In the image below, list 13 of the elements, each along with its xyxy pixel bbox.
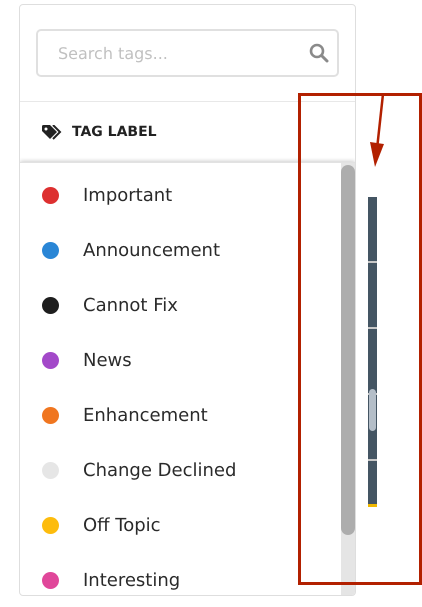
tags-icon bbox=[42, 124, 64, 140]
search-field[interactable]: Search tags... bbox=[36, 29, 339, 77]
scrollbar[interactable] bbox=[341, 163, 355, 595]
tag-item[interactable]: Interesting bbox=[20, 562, 341, 595]
tag-item[interactable]: Enhancement bbox=[20, 397, 341, 452]
tag-item[interactable]: News bbox=[20, 342, 341, 397]
tag-item[interactable]: Announcement bbox=[20, 232, 341, 287]
search-icon bbox=[309, 43, 329, 63]
section-title: TAG LABEL bbox=[72, 124, 157, 140]
tag-item[interactable]: Important bbox=[20, 177, 341, 232]
tag-item[interactable]: Off Topic bbox=[20, 507, 341, 562]
tag-item[interactable]: Cannot Fix bbox=[20, 287, 341, 342]
tag-item[interactable]: Change Declined bbox=[20, 452, 341, 507]
